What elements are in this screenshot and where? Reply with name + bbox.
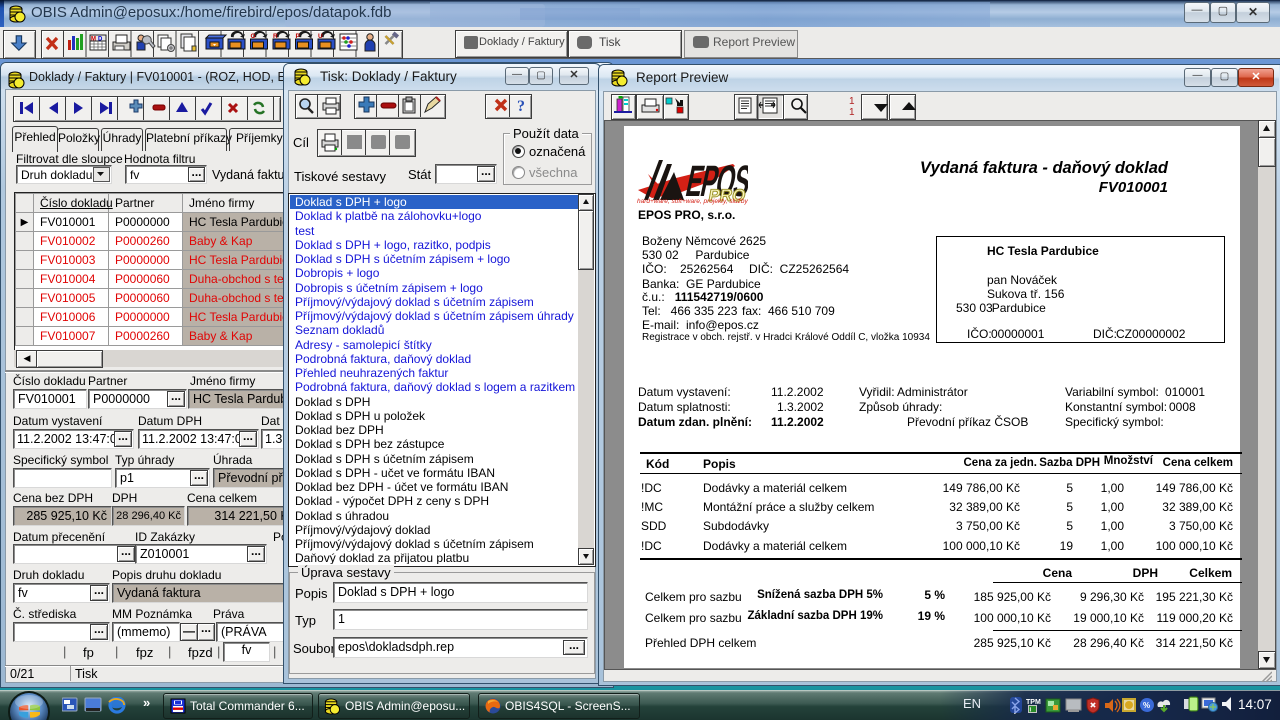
svg-text:P: P bbox=[296, 33, 301, 40]
svg-text:?: ? bbox=[517, 98, 525, 115]
svg-text:1: 1 bbox=[849, 107, 855, 118]
svg-text:U: U bbox=[318, 33, 323, 40]
svg-text:TPM: TPM bbox=[1026, 699, 1041, 706]
svg-text:O: O bbox=[251, 33, 256, 40]
svg-text:%: % bbox=[1143, 701, 1150, 710]
svg-text:1: 1 bbox=[849, 96, 855, 107]
svg-text:R: R bbox=[273, 33, 278, 40]
svg-text:M: M bbox=[91, 37, 96, 43]
